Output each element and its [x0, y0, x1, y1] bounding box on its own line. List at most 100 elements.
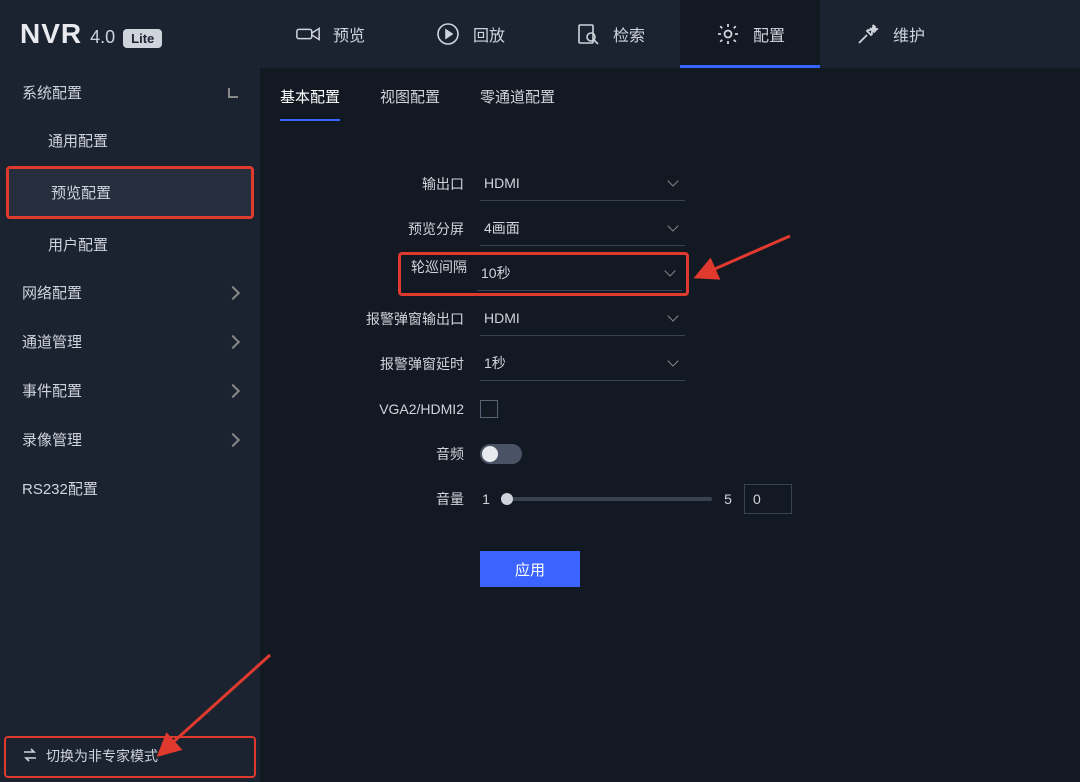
- chevron-down-icon: [667, 175, 678, 186]
- tab-basic[interactable]: 基本配置: [280, 86, 340, 121]
- topnav-config[interactable]: 配置: [680, 0, 820, 68]
- apply-button[interactable]: 应用: [480, 551, 580, 587]
- row-output: 输出口 HDMI: [280, 161, 1060, 206]
- select-alarm-output[interactable]: HDMI: [480, 302, 685, 336]
- label-output: 输出口: [280, 174, 480, 194]
- checkbox-vga2[interactable]: [480, 400, 498, 418]
- highlight-box: 预览配置: [6, 166, 254, 219]
- volume-input[interactable]: [744, 484, 792, 514]
- wrench-icon: [855, 21, 881, 47]
- sidebar-item-channel[interactable]: 通道管理: [0, 317, 260, 366]
- sidebar-item-network[interactable]: 网络配置: [0, 268, 260, 317]
- logo-version: 4.0: [90, 27, 115, 48]
- topnav-maintain[interactable]: 维护: [820, 0, 960, 68]
- logo-name: NVR: [20, 18, 82, 50]
- chevron-right-icon: [226, 334, 240, 348]
- tabs: 基本配置 视图配置 零通道配置: [260, 68, 1080, 121]
- select-alarm-delay[interactable]: 1秒: [480, 347, 685, 381]
- label-alarm-delay: 报警弹窗延时: [280, 354, 480, 374]
- topnav-preview[interactable]: 预览: [260, 0, 400, 68]
- label-alarm-output: 报警弹窗输出口: [280, 309, 480, 329]
- topnav-label: 配置: [753, 22, 785, 46]
- topnav-search[interactable]: 检索: [540, 0, 680, 68]
- sidebar-item-label: 通用配置: [48, 133, 108, 150]
- row-patrol: 轮巡间隔 10秒: [280, 251, 1060, 296]
- sidebar-sub-preview[interactable]: 预览配置: [9, 169, 251, 216]
- sidebar-item-rs232[interactable]: RS232配置: [0, 464, 260, 513]
- select-patrol[interactable]: 10秒: [477, 257, 682, 291]
- topnav-label: 预览: [333, 22, 365, 46]
- select-value: 10秒: [481, 263, 511, 283]
- select-value: HDMI: [484, 175, 520, 191]
- row-volume: 音量 1 5: [280, 476, 1060, 521]
- search-doc-icon: [575, 21, 601, 47]
- chevron-right-icon: [226, 383, 240, 397]
- toggle-audio[interactable]: [480, 444, 522, 464]
- chevron-down-icon: [228, 88, 238, 98]
- chevron-down-icon: [667, 220, 678, 231]
- swap-icon: [22, 748, 38, 765]
- volume-min: 1: [480, 491, 492, 507]
- sidebar-item-label: RS232配置: [22, 478, 98, 499]
- select-value: 1秒: [484, 353, 506, 373]
- sidebar-sublist: 通用配置 预览配置 用户配置: [0, 117, 260, 268]
- row-alarm-output: 报警弹窗输出口 HDMI: [280, 296, 1060, 341]
- chevron-down-icon: [667, 310, 678, 321]
- label-volume: 音量: [280, 489, 480, 509]
- label-audio: 音频: [280, 444, 480, 464]
- apply-label: 应用: [515, 562, 545, 579]
- sidebar-item-label: 预览配置: [51, 185, 111, 202]
- chevron-down-icon: [664, 265, 675, 276]
- play-icon: [435, 21, 461, 47]
- sidebar-item-label: 事件配置: [22, 380, 82, 401]
- label-patrol: 轮巡间隔: [405, 257, 477, 291]
- sidebar-sub-user[interactable]: 用户配置: [0, 221, 260, 268]
- select-output[interactable]: HDMI: [480, 167, 685, 201]
- topnav-label: 回放: [473, 22, 505, 46]
- volume-slider[interactable]: [502, 497, 712, 501]
- tab-label: 基本配置: [280, 89, 340, 106]
- select-value: 4画面: [484, 218, 520, 238]
- annotation-arrow-icon: [160, 650, 280, 760]
- sidebar-item-label: 用户配置: [48, 237, 108, 254]
- row-alarm-delay: 报警弹窗延时 1秒: [280, 341, 1060, 386]
- content: 基本配置 视图配置 零通道配置 输出口 HDMI 预览分屏 4画面 轮巡间隔 1…: [260, 68, 1080, 782]
- row-audio: 音频: [280, 431, 1060, 476]
- chevron-down-icon: [667, 355, 678, 366]
- select-value: HDMI: [484, 310, 520, 326]
- sidebar-item-label: 通道管理: [22, 331, 82, 352]
- row-split: 预览分屏 4画面: [280, 206, 1060, 251]
- annotation-arrow-icon: [700, 231, 800, 281]
- tab-label: 零通道配置: [480, 89, 555, 106]
- topbar: NVR 4.0 Lite 预览 回放 检索 配置: [0, 0, 1080, 68]
- logo: NVR 4.0 Lite: [0, 18, 260, 50]
- chevron-right-icon: [226, 285, 240, 299]
- volume-control: 1 5: [480, 484, 792, 514]
- topnav-playback[interactable]: 回放: [400, 0, 540, 68]
- tab-label: 视图配置: [380, 89, 440, 106]
- camera-icon: [295, 21, 321, 47]
- tab-zero[interactable]: 零通道配置: [480, 86, 555, 121]
- sidebar-list: 系统配置 通用配置 预览配置 用户配置 网络配置: [0, 68, 260, 736]
- select-split[interactable]: 4画面: [480, 212, 685, 246]
- form: 输出口 HDMI 预览分屏 4画面 轮巡间隔 10秒 报警弹窗输出口 HDMI …: [260, 121, 1080, 607]
- sidebar-item-label: 网络配置: [22, 282, 82, 303]
- topnav-label: 检索: [613, 22, 645, 46]
- volume-max: 5: [722, 491, 734, 507]
- gear-icon: [715, 21, 741, 47]
- tab-view[interactable]: 视图配置: [380, 86, 440, 121]
- label-vga2: VGA2/HDMI2: [280, 401, 480, 417]
- sidebar-item-record[interactable]: 录像管理: [0, 415, 260, 464]
- logo-badge: Lite: [123, 29, 162, 48]
- mode-switch-label: 切换为非专家模式: [46, 746, 158, 766]
- topnav: 预览 回放 检索 配置 维护: [260, 0, 960, 68]
- sidebar-item-event[interactable]: 事件配置: [0, 366, 260, 415]
- row-vga2: VGA2/HDMI2: [280, 386, 1060, 431]
- sidebar-item-system-config[interactable]: 系统配置: [0, 68, 260, 117]
- topnav-label: 维护: [893, 22, 925, 46]
- sidebar-item-label: 录像管理: [22, 429, 82, 450]
- sidebar-sub-general[interactable]: 通用配置: [0, 117, 260, 164]
- sidebar-item-label: 系统配置: [22, 82, 82, 103]
- label-split: 预览分屏: [280, 219, 480, 239]
- chevron-right-icon: [226, 432, 240, 446]
